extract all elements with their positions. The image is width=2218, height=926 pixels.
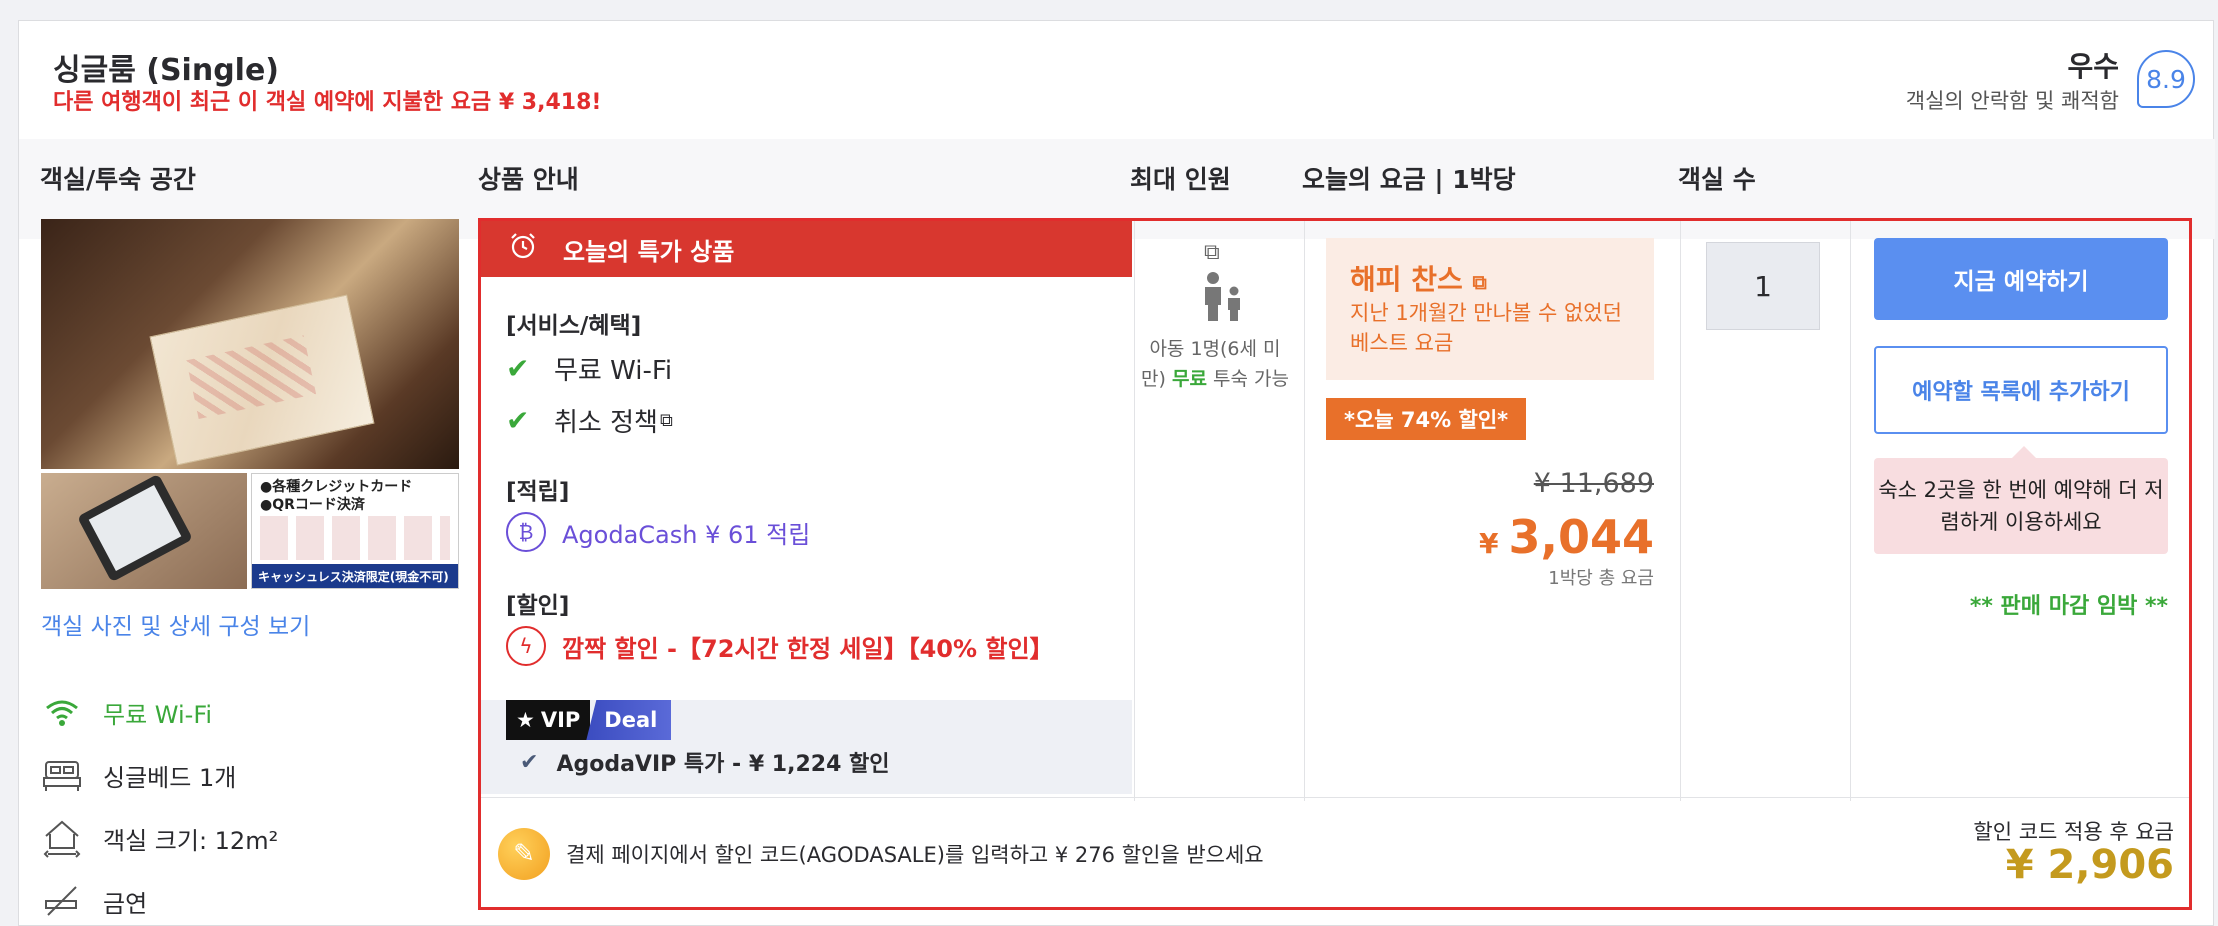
room-title: 싱글룸 (Single) [53, 53, 280, 88]
room-photo-tablet[interactable] [41, 473, 247, 589]
amenity-label: 객실 크기: 12m² [103, 826, 279, 855]
vip-deal-badge: ★ VIP Deal [506, 700, 672, 740]
current-price: ¥ 3,044 [1479, 510, 1654, 564]
rating-subtitle: 객실의 안락함 및 쾌적함 [1905, 89, 2119, 113]
payment-bar: キャッシュレス決済限定(現金不可) [252, 564, 458, 588]
rating-word: 우수 [2067, 50, 2119, 83]
service-cancel-policy[interactable]: ✔ 취소 정책 ⧉ [506, 402, 673, 439]
services-label: [서비스/혜택] [506, 313, 642, 339]
price-amount: 3,044 [1508, 510, 1654, 564]
room-quantity-select[interactable]: 1 [1706, 242, 1820, 330]
payment-line-2: ●QRコード決済 [260, 497, 365, 513]
add-to-list-button[interactable]: 예약할 목록에 추가하기 [1874, 346, 2168, 434]
column-divider [1304, 221, 1305, 801]
column-header-occupancy: 최대 인원 [1130, 165, 1231, 194]
amenity-wifi: 무료 Wi-Fi [41, 691, 212, 733]
column-header-rooms: 객실 수 [1678, 165, 1756, 194]
agodacash-points: ₿ AgodaCash ¥ 61 적립 [506, 512, 810, 552]
currency-symbol: ¥ [1479, 527, 1499, 560]
bed-icon [41, 754, 83, 796]
amenity-room-size: 객실 크기: 12m² [41, 817, 278, 859]
house-icon [41, 817, 83, 859]
per-night-label: 1박당 총 요금 [1548, 568, 1654, 589]
occupancy-text: 아동 1명(6세 미만) 무료 투숙 가능 [1140, 334, 1290, 394]
amenity-non-smoking: 금연 [41, 880, 147, 922]
room-photos-link[interactable]: 객실 사진 및 상세 구성 보기 [41, 607, 310, 641]
multi-booking-tip: 숙소 2곳을 한 번에 예약해 더 저렴하게 이용하세요 [1874, 446, 2168, 554]
deal-badge-label: Deal [586, 700, 672, 740]
column-header-offer: 상품 안내 [478, 165, 579, 194]
flash-discount: ϟ 깜짝 할인 -【72시간 한정 세일】【40% 할인】 [506, 626, 1054, 666]
points-text: AgodaCash ¥ 61 적립 [562, 520, 811, 549]
recent-booking-notice: 다른 여행객이 최근 이 객실 예약에 지불한 요금 ¥ 3,418! [53, 90, 602, 115]
coin-icon: ₿ [506, 512, 546, 552]
amenity-label: 무료 Wi-Fi [103, 700, 213, 729]
check-icon: ✔ [506, 404, 530, 437]
column-divider [1134, 221, 1135, 801]
discount-label: [할인] [506, 593, 570, 619]
external-link-icon: ⧉ [659, 410, 673, 431]
vip-discount: ✔ AgodaVIP 특가 - ¥ 1,224 할인 [520, 746, 890, 778]
payment-line-1: ●各種クレジットカード [260, 479, 413, 495]
room-photo-payment[interactable]: ●各種クレジットカード ●QRコード決済 キャッシュレス決済限定(現金不可) [251, 473, 459, 589]
vip-badge-label: VIP [540, 708, 581, 732]
no-smoking-icon [41, 880, 83, 922]
after-coupon-price: ¥ 2,906 [2005, 842, 2174, 888]
vip-discount-text: AgodaVIP 특가 - ¥ 1,224 할인 [556, 752, 890, 777]
coupon-divider [481, 797, 2189, 798]
coupon-text: 결제 페이지에서 할인 코드(AGODASALE)를 입력하고 ¥ 276 할인… [566, 843, 1264, 867]
service-label: 무료 Wi-Fi [554, 356, 673, 386]
adult-child-icon [1205, 272, 1240, 321]
book-now-button[interactable]: 지금 예약하기 [1874, 238, 2168, 320]
today-deal-banner: 오늘의 특가 상품 [481, 221, 1132, 277]
column-divider [1850, 221, 1851, 801]
happy-chance-label: 해피 찬스 [1350, 263, 1463, 296]
points-label: [적립] [506, 479, 570, 505]
room-photo-main[interactable] [41, 219, 459, 469]
amenity-bed: 싱글베드 1개 [41, 754, 236, 796]
service-wifi: ✔ 무료 Wi-Fi [506, 350, 672, 387]
rating-score-badge[interactable]: 8.9 [2137, 50, 2195, 108]
payment-logos [260, 516, 450, 560]
deal-banner-label: 오늘의 특가 상품 [563, 237, 735, 266]
discount-text: 깜짝 할인 -【72시간 한정 세일】【40% 할인】 [562, 634, 1054, 663]
external-link-icon: ⧉ [1204, 240, 1220, 265]
wifi-icon [41, 691, 83, 733]
check-icon: ✔ [520, 749, 539, 775]
occupancy-info[interactable]: ⧉ [1200, 240, 1246, 329]
amenity-label: 금연 [103, 889, 148, 918]
column-header-price: 오늘의 요금 | 1박당 [1302, 165, 1516, 194]
coupon-icon: ✎ [498, 828, 550, 880]
original-price: ¥ 11,689 [1533, 468, 1654, 499]
occupancy-free: 무료 [1171, 368, 1207, 390]
alarm-clock-icon [509, 232, 537, 267]
external-link-icon: ⧉ [1472, 270, 1487, 294]
happy-chance-title[interactable]: 해피 찬스 ⧉ [1350, 258, 1487, 298]
star-icon: ★ [516, 708, 535, 732]
selling-out-notice: ** 판매 마감 임박 ** [1969, 594, 2168, 619]
check-icon: ✔ [506, 352, 530, 385]
column-header-room: 객실/투숙 공간 [40, 165, 196, 194]
service-label: 취소 정책 [554, 408, 658, 438]
amenity-label: 싱글베드 1개 [103, 763, 237, 792]
happy-chance-desc: 지난 1개월간 만나볼 수 없었던 베스트 요금 [1350, 301, 1622, 355]
occupancy-text-b: 투숙 가능 [1206, 368, 1289, 390]
today-discount-badge: *오늘 74% 할인* [1326, 398, 1527, 440]
lightning-icon: ϟ [506, 626, 546, 666]
column-divider [1680, 221, 1681, 801]
